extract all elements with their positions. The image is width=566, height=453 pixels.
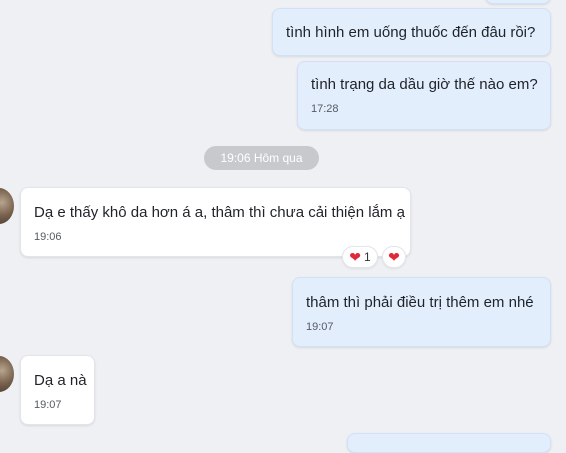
message-bubble-clipped-bottom[interactable] bbox=[347, 433, 551, 453]
message-bubble-outgoing[interactable]: tình hình em uống thuốc đến đâu rồi? bbox=[272, 8, 551, 56]
message-time: 19:07 bbox=[306, 321, 334, 333]
message-bubble-outgoing[interactable]: tình trạng da dầu giờ thế nào em? 17:28 bbox=[297, 61, 551, 130]
message-text: tình trạng da dầu giờ thế nào em? bbox=[311, 76, 538, 93]
message-text: thâm thì phải điều trị thêm em nhé bbox=[306, 294, 534, 311]
message-time: 19:06 bbox=[34, 231, 62, 243]
avatar[interactable] bbox=[0, 356, 14, 392]
day-separator: 19:06 Hôm qua bbox=[204, 146, 319, 170]
message-text: tình hình em uống thuốc đến đâu rồi? bbox=[286, 24, 536, 41]
heart-icon: ❤ bbox=[349, 249, 362, 265]
avatar[interactable] bbox=[0, 188, 14, 224]
reaction-summary[interactable]: ❤ 1 bbox=[342, 246, 378, 268]
message-bubble-outgoing[interactable]: thâm thì phải điều trị thêm em nhé 19:07 bbox=[292, 277, 551, 347]
message-bubble-incoming[interactable]: Dạ a nà 19:07 bbox=[20, 355, 95, 425]
add-reaction-button[interactable]: ❤ bbox=[382, 246, 406, 268]
message-time: 17:28 bbox=[311, 103, 339, 115]
message-bubble-clipped-top bbox=[485, 0, 551, 4]
message-time: 19:07 bbox=[34, 399, 62, 411]
reaction-count: 1 bbox=[364, 250, 371, 264]
heart-icon: ❤ bbox=[388, 249, 400, 265]
message-text: Dạ e thấy khô da hơn á a, thâm thì chưa … bbox=[34, 204, 405, 221]
message-text: Dạ a nà bbox=[34, 372, 87, 389]
